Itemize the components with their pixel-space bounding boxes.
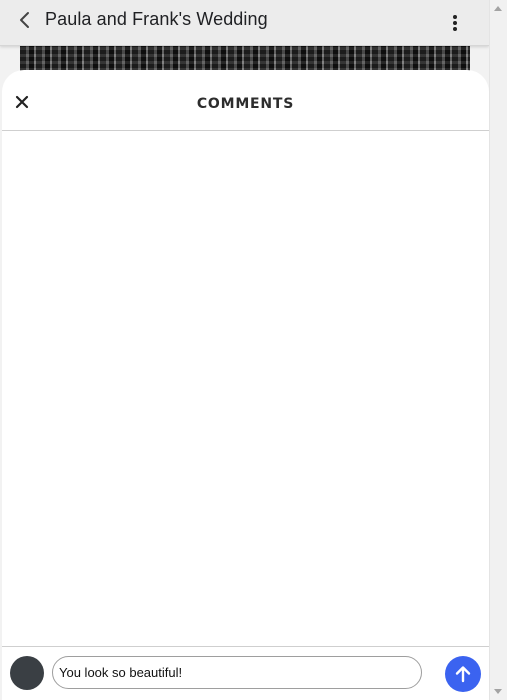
more-vertical-icon <box>453 15 457 31</box>
comments-list <box>2 131 489 645</box>
page-scrollbar[interactable] <box>489 0 507 700</box>
comments-title: COMMENTS <box>196 96 295 112</box>
send-button[interactable] <box>445 656 481 692</box>
back-button[interactable] <box>14 8 36 32</box>
app-viewport: Paula and Frank's Wedding COMMENTS <box>0 0 489 700</box>
avatar <box>10 656 44 690</box>
more-options-button[interactable] <box>444 12 466 36</box>
comments-sheet-header: COMMENTS <box>2 70 489 131</box>
scroll-down-arrow-icon[interactable] <box>494 689 502 694</box>
page-title: Paula and Frank's Wedding <box>45 9 268 29</box>
comment-input[interactable] <box>52 656 422 689</box>
scroll-up-arrow-icon[interactable] <box>494 6 502 11</box>
app-header: Paula and Frank's Wedding <box>0 0 489 46</box>
comment-composer <box>2 646 489 700</box>
comments-sheet: COMMENTS <box>2 70 489 700</box>
arrow-up-icon <box>455 666 471 683</box>
chevron-left-icon <box>20 12 29 28</box>
